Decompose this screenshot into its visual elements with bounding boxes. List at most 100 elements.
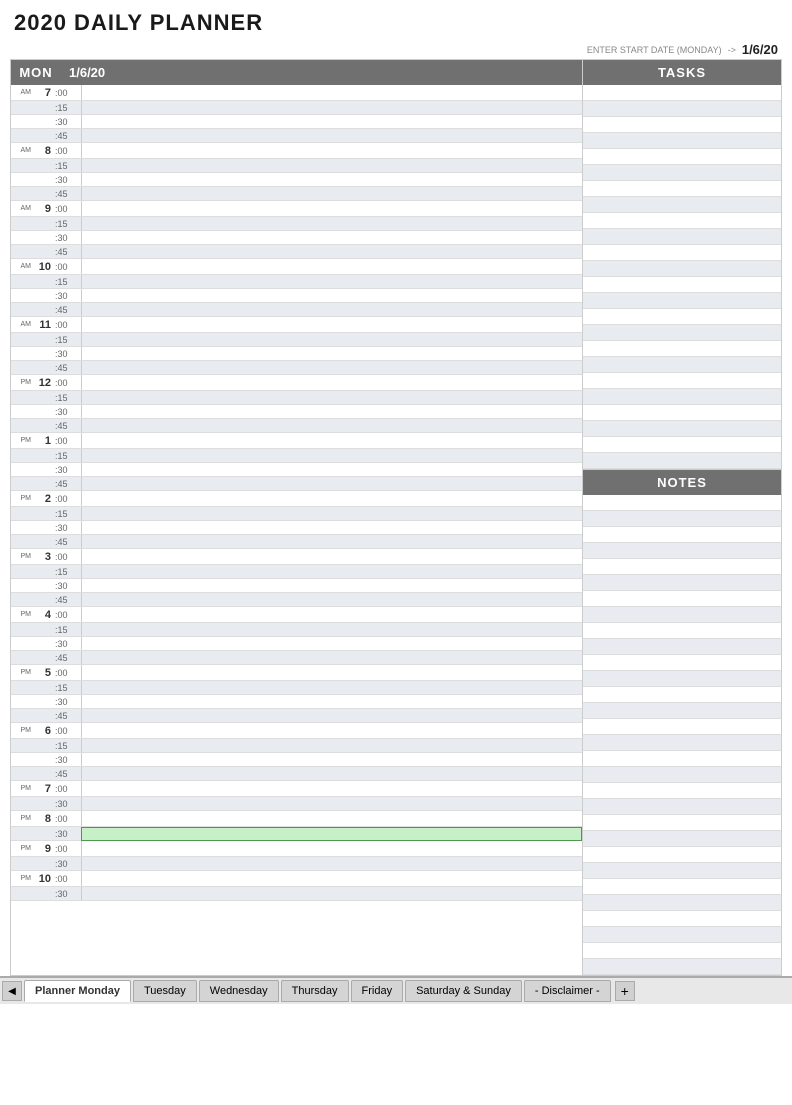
note-row[interactable] [583,735,781,751]
schedule-cell[interactable] [81,491,582,506]
time-row[interactable]: :15 [11,565,582,579]
note-row[interactable] [583,895,781,911]
note-row[interactable] [583,543,781,559]
schedule-cell[interactable] [81,651,582,664]
task-row[interactable] [583,389,781,405]
note-row[interactable] [583,831,781,847]
schedule-cell[interactable] [81,463,582,476]
time-row[interactable]: :30 [11,405,582,419]
schedule-cell[interactable] [81,347,582,360]
note-row[interactable] [583,847,781,863]
time-row[interactable]: PM10:00 [11,871,582,887]
time-row[interactable]: PM1:00 [11,433,582,449]
tab-tuesday[interactable]: Tuesday [133,980,197,1002]
note-row[interactable] [583,671,781,687]
schedule-cell[interactable] [81,259,582,274]
schedule-cell[interactable] [81,753,582,766]
schedule-cell[interactable] [81,507,582,520]
task-row[interactable] [583,357,781,373]
task-row[interactable] [583,197,781,213]
schedule-cell[interactable] [81,723,582,738]
task-row[interactable] [583,245,781,261]
time-row[interactable]: PM2:00 [11,491,582,507]
schedule-cell[interactable] [81,129,582,142]
time-row[interactable]: :15 [11,159,582,173]
task-row[interactable] [583,229,781,245]
note-row[interactable] [583,815,781,831]
time-row[interactable]: :30 [11,827,582,841]
note-row[interactable] [583,911,781,927]
time-row[interactable]: :30 [11,753,582,767]
schedule-cell[interactable] [81,579,582,592]
schedule-cell[interactable] [81,811,582,826]
time-row[interactable]: :30 [11,887,582,901]
schedule-cell[interactable] [81,231,582,244]
schedule-cell[interactable] [81,101,582,114]
task-row[interactable] [583,149,781,165]
tab-nav-prev[interactable]: ◀ [2,981,22,1001]
task-row[interactable] [583,405,781,421]
schedule-cell[interactable] [81,419,582,432]
note-row[interactable] [583,879,781,895]
schedule-cell[interactable] [81,549,582,564]
schedule-cell[interactable] [81,159,582,172]
time-row[interactable]: :45 [11,477,582,491]
time-row[interactable]: :15 [11,391,582,405]
schedule-cell[interactable] [81,797,582,810]
schedule-cell[interactable] [81,361,582,374]
time-row[interactable]: AM11:00 [11,317,582,333]
schedule-cell[interactable] [81,173,582,186]
note-row[interactable] [583,575,781,591]
note-row[interactable] [583,959,781,975]
note-row[interactable] [583,527,781,543]
time-row[interactable]: :15 [11,449,582,463]
time-row[interactable]: :15 [11,507,582,521]
schedule-cell[interactable] [81,115,582,128]
time-row[interactable]: :45 [11,419,582,433]
time-row[interactable]: :30 [11,115,582,129]
schedule-cell[interactable] [81,841,582,856]
task-row[interactable] [583,325,781,341]
schedule-cell[interactable] [81,623,582,636]
schedule-cell[interactable] [81,871,582,886]
task-row[interactable] [583,453,781,469]
schedule-cell[interactable] [81,709,582,722]
schedule-cell[interactable] [81,681,582,694]
time-row[interactable]: :15 [11,739,582,753]
schedule-cell[interactable] [81,607,582,622]
time-row[interactable]: PM4:00 [11,607,582,623]
time-row[interactable]: PM12:00 [11,375,582,391]
time-row[interactable]: AM8:00 [11,143,582,159]
time-row[interactable]: AM10:00 [11,259,582,275]
time-row[interactable]: :45 [11,245,582,259]
time-row[interactable]: :45 [11,651,582,665]
time-row[interactable]: :30 [11,695,582,709]
schedule-cell[interactable] [81,85,582,100]
note-row[interactable] [583,591,781,607]
time-row[interactable]: AM9:00 [11,201,582,217]
schedule-cell[interactable] [81,187,582,200]
time-row[interactable]: PM3:00 [11,549,582,565]
start-date-value[interactable]: 1/6/20 [742,42,778,57]
tab-planner-monday[interactable]: Planner Monday [24,980,131,1002]
time-row[interactable]: :30 [11,289,582,303]
time-row[interactable]: :45 [11,361,582,375]
note-row[interactable] [583,783,781,799]
note-row[interactable] [583,719,781,735]
schedule-cell[interactable] [81,593,582,606]
time-row[interactable]: :15 [11,217,582,231]
time-row[interactable]: :15 [11,333,582,347]
schedule-cell[interactable] [81,433,582,448]
schedule-cell[interactable] [81,521,582,534]
task-row[interactable] [583,85,781,101]
task-row[interactable] [583,165,781,181]
tab---disclaimer--[interactable]: - Disclaimer - [524,980,611,1002]
note-row[interactable] [583,607,781,623]
schedule-cell[interactable] [81,405,582,418]
schedule-cell[interactable] [81,333,582,346]
schedule-cell[interactable] [81,827,582,841]
schedule-cell[interactable] [81,275,582,288]
schedule-cell[interactable] [81,695,582,708]
time-row[interactable]: :30 [11,797,582,811]
schedule-cell[interactable] [81,303,582,316]
